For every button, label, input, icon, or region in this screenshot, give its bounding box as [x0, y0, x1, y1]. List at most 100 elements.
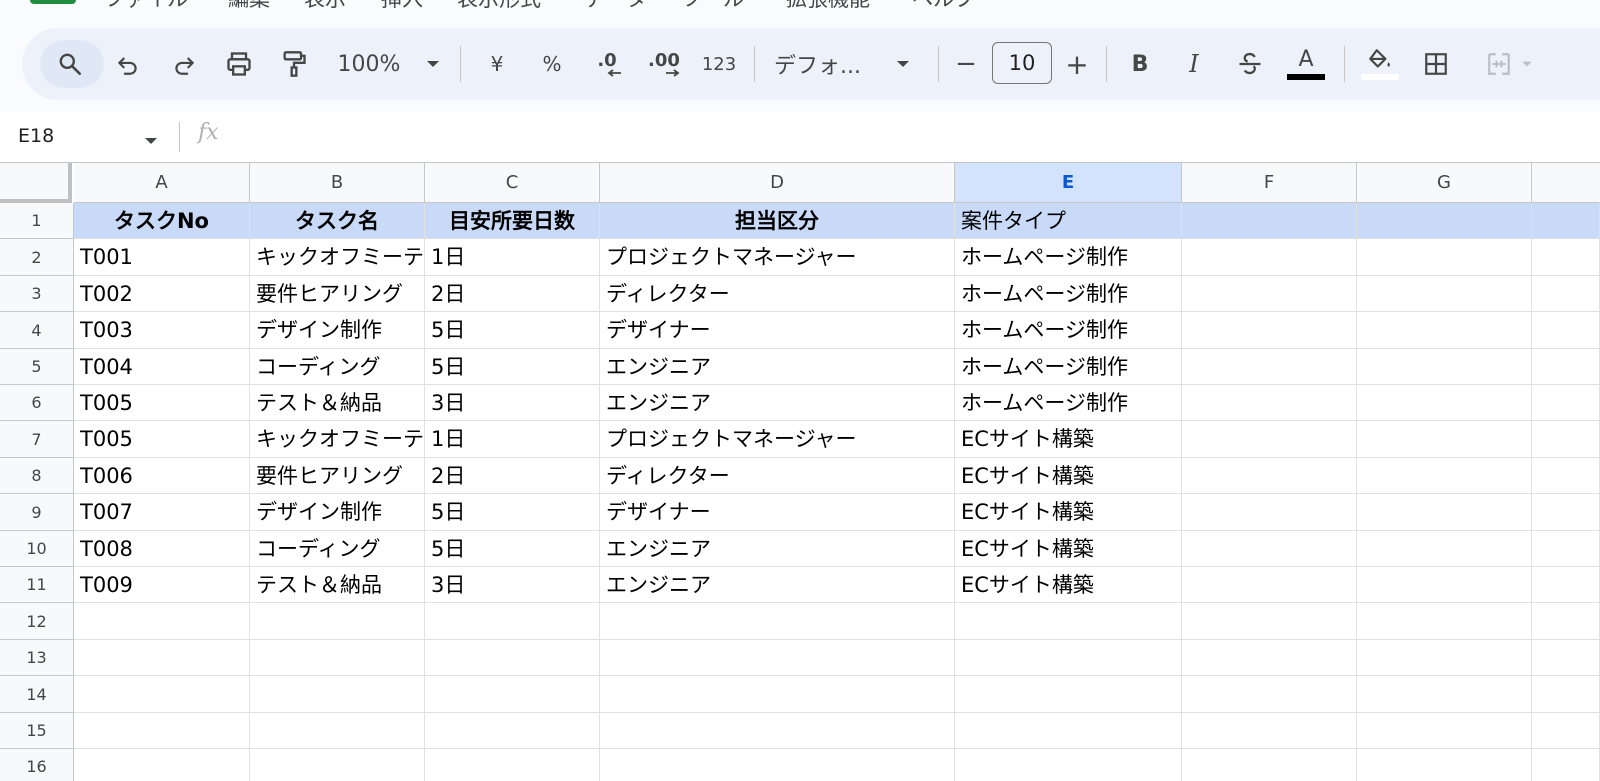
menu-edit[interactable]: 編集 — [228, 0, 270, 12]
cell[interactable]: ホームページ制作 — [955, 349, 1182, 385]
column-header-e[interactable]: E — [955, 163, 1182, 203]
cell[interactable]: T005 — [74, 385, 250, 421]
cell[interactable]: コーディング — [250, 349, 425, 385]
cell[interactable]: 5日 — [425, 312, 600, 349]
cell[interactable] — [1182, 531, 1357, 567]
cell[interactable]: デザイナー — [600, 494, 955, 531]
cell[interactable]: 要件ヒアリング — [250, 458, 425, 494]
header-cell[interactable]: 目安所要日数 — [425, 203, 600, 239]
redo-button[interactable] — [164, 28, 204, 100]
cell[interactable] — [74, 676, 250, 713]
cell[interactable] — [1532, 713, 1600, 749]
cell[interactable]: 1日 — [425, 239, 600, 276]
cell[interactable] — [955, 603, 1182, 640]
bold-button[interactable]: B — [1120, 28, 1160, 100]
cell[interactable] — [250, 676, 425, 713]
cell[interactable]: デザイン制作 — [250, 312, 425, 349]
sheets-logo-icon[interactable] — [30, 0, 76, 4]
cell[interactable]: ホームページ制作 — [955, 276, 1182, 312]
row-header[interactable]: 7 — [0, 421, 74, 458]
cell[interactable] — [955, 640, 1182, 676]
cell[interactable] — [250, 640, 425, 676]
cell[interactable] — [955, 713, 1182, 749]
font-select[interactable]: デフォ... — [774, 28, 924, 100]
cell[interactable] — [250, 713, 425, 749]
cell[interactable] — [600, 640, 955, 676]
cell[interactable] — [955, 749, 1182, 781]
cell[interactable] — [74, 749, 250, 781]
cell[interactable] — [425, 676, 600, 713]
cell[interactable]: テスト＆納品 — [250, 385, 425, 421]
cell[interactable] — [1182, 676, 1357, 713]
cell[interactable]: 5日 — [425, 531, 600, 567]
cell[interactable] — [1357, 640, 1532, 676]
cell[interactable]: T007 — [74, 494, 250, 531]
cell[interactable]: 2日 — [425, 276, 600, 312]
decrease-decimal-button[interactable]: .0 — [585, 28, 629, 100]
cell[interactable] — [425, 603, 600, 640]
column-header-a[interactable]: A — [74, 163, 250, 203]
cell[interactable]: 2日 — [425, 458, 600, 494]
header-cell[interactable]: タスクNo — [74, 203, 250, 239]
cell[interactable]: 1日 — [425, 421, 600, 458]
cell[interactable] — [1182, 385, 1357, 421]
cell[interactable]: 3日 — [425, 385, 600, 421]
column-header-g[interactable]: G — [1357, 163, 1532, 203]
menu-data[interactable]: データ — [584, 0, 647, 12]
cell[interactable] — [1182, 239, 1357, 276]
cell[interactable] — [1182, 713, 1357, 749]
cell[interactable]: ECサイト構築 — [955, 567, 1182, 603]
cell[interactable] — [1532, 421, 1600, 458]
cell[interactable] — [1357, 312, 1532, 349]
row-header[interactable]: 14 — [0, 676, 74, 713]
row-header[interactable]: 11 — [0, 567, 74, 603]
cell[interactable] — [1532, 276, 1600, 312]
cell[interactable] — [955, 676, 1182, 713]
decrease-font-size-button[interactable]: − — [950, 28, 982, 100]
cell[interactable] — [1357, 567, 1532, 603]
cell[interactable] — [1182, 603, 1357, 640]
cell[interactable]: コーディング — [250, 531, 425, 567]
cell[interactable] — [425, 713, 600, 749]
menu-view[interactable]: 表示 — [304, 0, 346, 12]
cell[interactable] — [1357, 239, 1532, 276]
row-header[interactable]: 15 — [0, 713, 74, 749]
cell[interactable] — [1357, 421, 1532, 458]
search-menus-button[interactable] — [44, 28, 96, 100]
cell[interactable]: ディレクター — [600, 276, 955, 312]
cell[interactable]: エンジニア — [600, 531, 955, 567]
row-header[interactable]: 10 — [0, 531, 74, 567]
cell[interactable] — [1182, 421, 1357, 458]
italic-button[interactable]: I — [1174, 28, 1214, 100]
cell[interactable] — [1357, 203, 1532, 239]
cell[interactable] — [1532, 676, 1600, 713]
cell[interactable] — [600, 713, 955, 749]
select-all-corner[interactable] — [0, 163, 72, 203]
cell[interactable] — [425, 640, 600, 676]
cell[interactable] — [1357, 494, 1532, 531]
cell[interactable] — [1532, 458, 1600, 494]
cell[interactable] — [74, 640, 250, 676]
cell[interactable]: デザイン制作 — [250, 494, 425, 531]
column-header-h[interactable] — [1532, 163, 1600, 203]
cell[interactable] — [1357, 603, 1532, 640]
percent-format-button[interactable]: % — [532, 28, 572, 100]
more-formats-button[interactable]: 123 — [696, 28, 742, 100]
cell[interactable] — [1357, 276, 1532, 312]
cell[interactable] — [250, 603, 425, 640]
cell[interactable]: キックオフミーティング — [250, 421, 425, 458]
cell[interactable] — [74, 603, 250, 640]
cell[interactable] — [1182, 276, 1357, 312]
cell[interactable] — [1532, 567, 1600, 603]
cell[interactable]: T006 — [74, 458, 250, 494]
cell[interactable] — [1532, 349, 1600, 385]
cell[interactable]: T009 — [74, 567, 250, 603]
row-header[interactable]: 5 — [0, 349, 74, 385]
cell[interactable]: 5日 — [425, 349, 600, 385]
menu-extensions[interactable]: 拡張機能 — [786, 0, 870, 12]
cell[interactable] — [250, 749, 425, 781]
cell[interactable] — [1357, 676, 1532, 713]
cell[interactable] — [1532, 531, 1600, 567]
strikethrough-button[interactable] — [1230, 28, 1270, 100]
row-header[interactable]: 9 — [0, 494, 74, 531]
